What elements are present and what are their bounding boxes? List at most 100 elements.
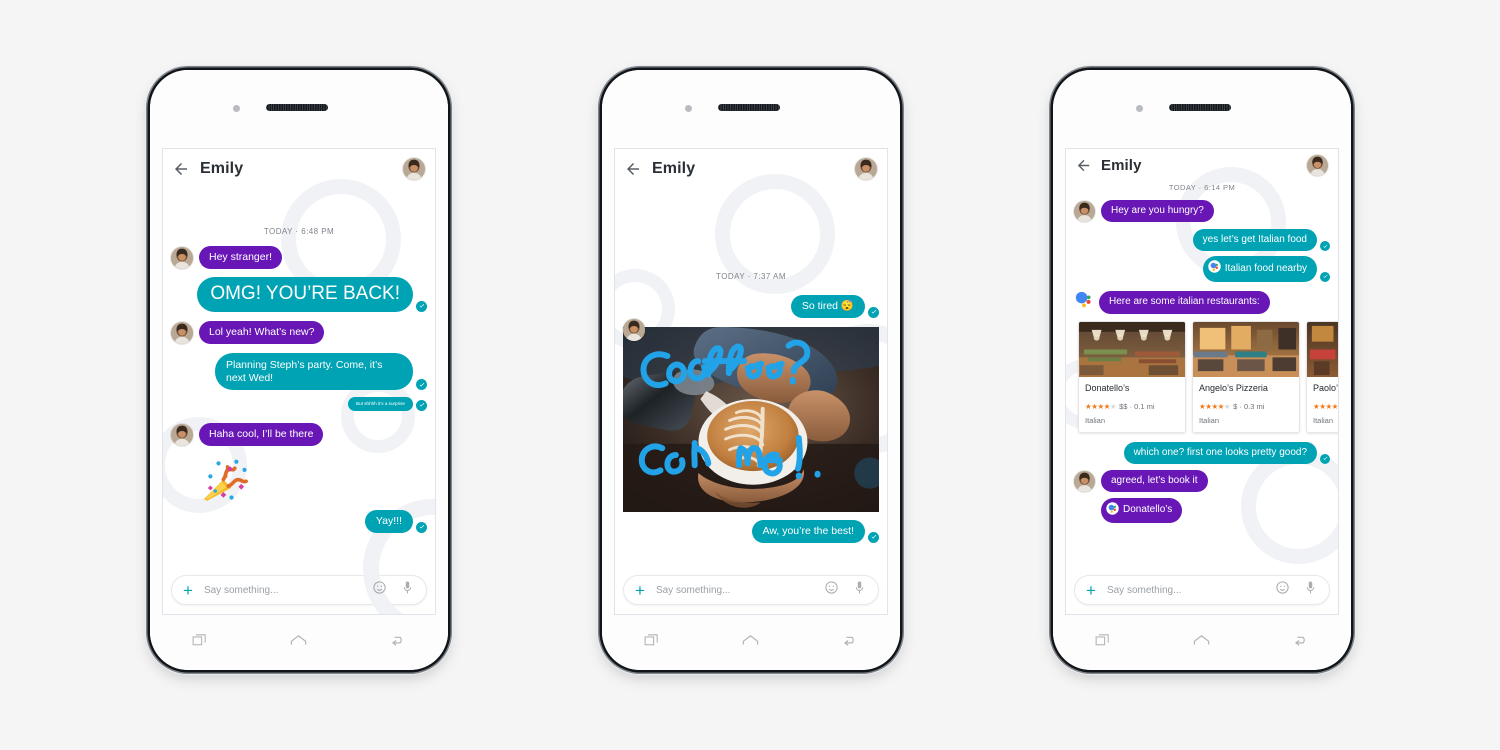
- message-bubble[interactable]: Lol yeah! What’s new?: [199, 320, 325, 344]
- recents-icon[interactable]: [191, 632, 208, 654]
- message-composer[interactable]: + Say something...: [1074, 575, 1330, 605]
- earpiece-speaker: [266, 104, 328, 111]
- back-arrow-icon[interactable]: [1075, 157, 1092, 174]
- message-input[interactable]: Say something...: [204, 585, 372, 596]
- phone-3-screen: Emily TODAY · 6:14 PM Hey are you hungry…: [1065, 148, 1339, 615]
- home-icon[interactable]: [741, 631, 760, 655]
- recents-icon[interactable]: [643, 632, 660, 654]
- restaurant-card[interactable]: Donatello’s ★★★★★ $$ · 0.1 mi Italian: [1078, 320, 1186, 433]
- message-input[interactable]: Say something...: [1107, 585, 1275, 596]
- star-rating-icon: ★★★★★: [1199, 401, 1231, 411]
- delivered-status-badge: [1320, 453, 1330, 464]
- marketing-screenshot-canvas: { "canvas": { "background": "#f5f5f5" },…: [0, 0, 1500, 750]
- message-bubble[interactable]: Planning Steph’s party. Come, it’s next …: [215, 352, 413, 391]
- message-bubble[interactable]: which one? first one looks pretty good?: [1123, 441, 1317, 464]
- message-thread[interactable]: TODAY · 6:48 PM Hey stranger! OMG! YOU’R: [163, 189, 435, 569]
- message-bubble[interactable]: Hey are you hungry?: [1101, 200, 1214, 223]
- message-thread[interactable]: TODAY · 7:37 AM So tired 😴 Aw, you’re th…: [615, 189, 887, 571]
- recents-icon[interactable]: [1094, 632, 1111, 654]
- star-rating-icon: ★★★★★: [1085, 401, 1117, 411]
- attach-plus-icon[interactable]: +: [183, 582, 193, 599]
- message-row: Here are some italian restaurants:: [1074, 290, 1330, 314]
- day-timestamp: TODAY · 6:14 PM: [1168, 183, 1236, 192]
- message-bubble[interactable]: Haha cool, I’ll be there: [199, 422, 324, 446]
- message-composer[interactable]: + Say something...: [171, 575, 427, 605]
- message-row: Aw, you’re the best!: [623, 519, 879, 543]
- emoji-icon[interactable]: [372, 580, 387, 600]
- message-bubble[interactable]: Hey stranger!: [199, 246, 283, 269]
- message-row: But shhhh it’s a surprise: [171, 397, 427, 411]
- message-bubble[interactable]: But shhhh it’s a surprise: [348, 397, 413, 411]
- restaurant-rating-row: ★★★★★ $ · 0.3 mi: [1199, 402, 1293, 411]
- avatar[interactable]: [855, 158, 877, 180]
- message-row: agreed, let’s book it: [1074, 469, 1330, 492]
- delivered-status-badge: [1320, 271, 1330, 282]
- message-bubble[interactable]: OMG! YOU’RE BACK!: [197, 276, 413, 312]
- delivered-status-badge: [416, 379, 427, 391]
- message-row: yes let’s get Italian food: [1074, 229, 1330, 252]
- message-bubble[interactable]: So tired 😴: [790, 295, 865, 318]
- restaurant-carousel[interactable]: Donatello’s ★★★★★ $$ · 0.1 mi Italian An…: [1078, 320, 1338, 433]
- attach-plus-icon[interactable]: +: [635, 582, 645, 599]
- restaurant-category: Italian: [1199, 415, 1220, 425]
- back-icon[interactable]: [1292, 631, 1311, 655]
- earpiece-speaker: [718, 104, 780, 111]
- message-row: which one? first one looks pretty good?: [1074, 441, 1330, 464]
- avatar: [623, 318, 645, 341]
- emoji-icon[interactable]: [824, 580, 839, 600]
- message-row: Hey are you hungry?: [1074, 200, 1330, 223]
- delivered-status-badge: [1320, 241, 1330, 252]
- message-text: Donatello’s: [1123, 504, 1173, 516]
- home-icon[interactable]: [1192, 631, 1211, 655]
- message-thread[interactable]: TODAY · 6:14 PM Hey are you hungry? yes: [1066, 181, 1338, 573]
- delivered-status-badge: [868, 306, 879, 318]
- restaurant-name: Paolo’s P: [1313, 382, 1338, 393]
- message-row: Hey stranger!: [171, 246, 427, 269]
- restaurant-photo: [1193, 321, 1299, 377]
- message-bubble[interactable]: Yay!!!: [364, 509, 413, 533]
- price-distance: $$ · 0.1 mi: [1119, 401, 1155, 411]
- attach-plus-icon[interactable]: +: [1086, 582, 1096, 599]
- assistant-logo-icon: [1106, 502, 1119, 519]
- message-row-emoji: [199, 452, 427, 504]
- message-composer[interactable]: + Say something...: [623, 575, 879, 605]
- earpiece-speaker: [1169, 104, 1231, 111]
- restaurant-name: Donatello’s: [1085, 382, 1130, 393]
- message-bubble[interactable]: agreed, let’s book it: [1101, 469, 1208, 492]
- message-bubble[interactable]: Donatello’s: [1101, 497, 1183, 524]
- delivered-status-badge: [416, 300, 427, 312]
- home-icon[interactable]: [289, 631, 308, 655]
- back-arrow-icon[interactable]: [172, 160, 190, 178]
- message-input[interactable]: Say something...: [656, 585, 824, 596]
- avatar[interactable]: [1307, 154, 1328, 176]
- delivered-status-badge: [416, 521, 427, 533]
- phone-device-3: Emily TODAY · 6:14 PM Hey are you hungry…: [1053, 70, 1351, 670]
- delivered-status-badge: [416, 399, 427, 411]
- latte-art-photo[interactable]: [623, 326, 879, 512]
- back-icon[interactable]: [389, 631, 408, 655]
- message-bubble[interactable]: Here are some italian restaurants:: [1099, 291, 1270, 314]
- microphone-icon[interactable]: [400, 580, 415, 600]
- restaurant-photo: [1079, 321, 1185, 377]
- message-bubble[interactable]: yes let’s get Italian food: [1192, 229, 1317, 252]
- android-navigation-bar: [602, 615, 900, 670]
- microphone-icon[interactable]: [852, 580, 867, 600]
- message-bubble[interactable]: Italian food nearby: [1202, 256, 1317, 282]
- back-arrow-icon[interactable]: [624, 160, 642, 178]
- page-title: Emily: [1101, 156, 1142, 174]
- restaurant-card[interactable]: Paolo’s P ★★★★ Italian: [1306, 320, 1338, 433]
- message-text: Italian food nearby: [1224, 262, 1307, 274]
- message-row: Haha cool, I’ll be there: [171, 422, 427, 446]
- restaurant-rating-row: ★★★★★ $$ · 0.1 mi: [1085, 402, 1179, 411]
- message-bubble[interactable]: Aw, you’re the best!: [751, 519, 865, 543]
- back-icon[interactable]: [841, 631, 860, 655]
- restaurant-card[interactable]: Angelo’s Pizzeria ★★★★★ $ · 0.3 mi Itali…: [1192, 320, 1300, 433]
- assistant-logo-icon: [1074, 290, 1093, 314]
- delivered-status-badge: [868, 531, 879, 543]
- avatar[interactable]: [403, 158, 425, 180]
- microphone-icon[interactable]: [1303, 580, 1318, 600]
- emoji-icon[interactable]: [1275, 580, 1290, 600]
- party-popper-emoji[interactable]: [199, 452, 251, 504]
- message-row: Italian food nearby: [1074, 256, 1330, 282]
- day-timestamp: TODAY · 7:37 AM: [716, 272, 786, 281]
